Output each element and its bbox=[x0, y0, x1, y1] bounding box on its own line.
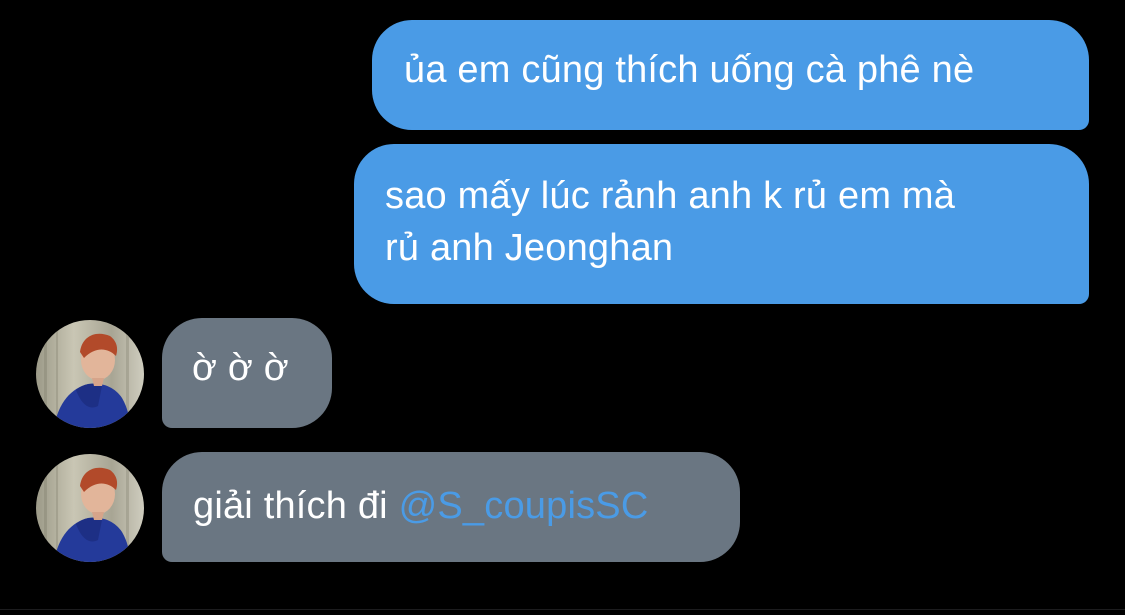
incoming-message-bubble[interactable]: giải thích đi @S_coupisSC bbox=[162, 452, 740, 562]
message-text-line: sao mấy lúc rảnh anh k rủ em mà bbox=[385, 175, 956, 217]
incoming-message-bubble[interactable]: ờ ờ ờ bbox=[162, 318, 332, 428]
user-mention-link[interactable]: @S_coupisSC bbox=[399, 485, 649, 527]
bottom-divider bbox=[0, 609, 1125, 610]
message-text: ờ ờ ờ bbox=[192, 347, 289, 389]
profile-photo-avatar-icon bbox=[36, 454, 144, 562]
outgoing-message-bubble[interactable]: sao mấy lúc rảnh anh k rủ em mà rủ anh J… bbox=[354, 144, 1089, 304]
message-text-line: rủ anh Jeonghan bbox=[385, 227, 674, 269]
sender-avatar[interactable] bbox=[36, 454, 144, 562]
profile-photo-avatar-icon bbox=[36, 320, 144, 428]
message-text: ủa em cũng thích uống cà phê nè bbox=[404, 49, 975, 91]
outgoing-message-bubble[interactable]: ủa em cũng thích uống cà phê nè bbox=[372, 20, 1089, 130]
sender-avatar[interactable] bbox=[36, 320, 144, 428]
message-text: giải thích đi bbox=[193, 485, 399, 527]
